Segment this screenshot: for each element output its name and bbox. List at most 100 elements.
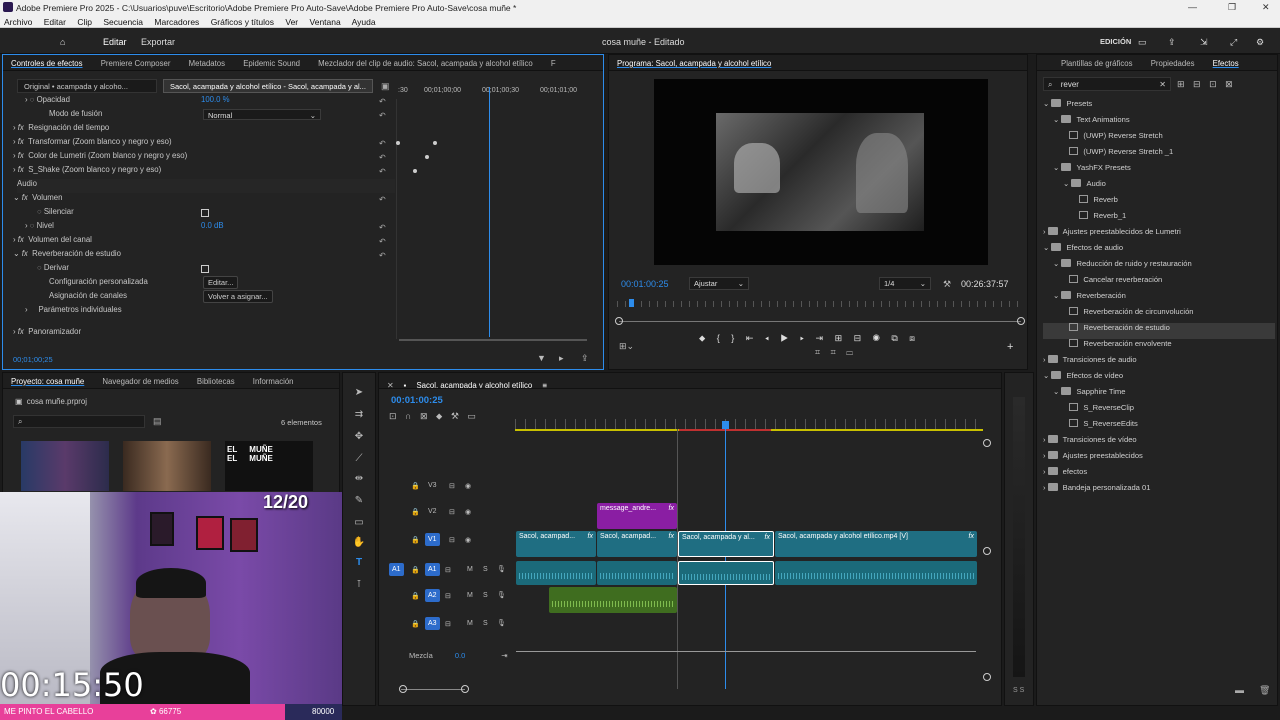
menu-graficos[interactable]: Gráficos y títulos [211, 17, 274, 27]
volume-row[interactable]: ⌄ fx Volumen [13, 193, 62, 207]
program-ruler[interactable] [617, 301, 1021, 307]
eye-icon[interactable]: ◉ [465, 508, 471, 516]
eye-icon[interactable]: ◉ [465, 482, 471, 490]
channel-volume-row[interactable]: › fx Volumen del canal [13, 235, 92, 249]
track-target-v3[interactable]: V3 [425, 479, 440, 492]
timeline-playhead-line[interactable] [725, 429, 726, 689]
effect-timeline-ruler[interactable]: :30 00;01;00;00 00;01;00;30 00;01;01;00 [396, 87, 596, 99]
source-patch-a1[interactable]: A1 [389, 563, 404, 576]
new-folder-icon[interactable]: ▤ [153, 416, 162, 427]
effects-folder[interactable]: › Bandeja personalizada 01 [1043, 483, 1275, 499]
source-clip-selector[interactable]: Original • acampada y alcoho... [17, 79, 157, 93]
mic-icon[interactable]: 🎙 [497, 619, 506, 627]
mute-m-button[interactable]: M [467, 620, 473, 627]
effects-preset[interactable]: S_ReverseEdits [1043, 419, 1275, 435]
sync-lock-icon[interactable]: ⊟ [445, 566, 451, 574]
timeline-timecode[interactable]: 00:01:00:25 [391, 395, 443, 406]
new-bin-icon[interactable]: ▬ [1235, 685, 1244, 695]
effects-preset[interactable]: S_ReverseClip [1043, 403, 1275, 419]
video-clip[interactable]: Sacol, acampad... fx [516, 531, 596, 557]
effects-folder[interactable]: › Transiciones de vídeo [1043, 435, 1275, 451]
level-value[interactable]: 0.0 dB [201, 221, 224, 235]
blend-mode-dropdown[interactable]: Normal ⌄ [203, 109, 321, 120]
zoom-start-handle[interactable] [399, 685, 407, 693]
effect-playhead[interactable] [489, 87, 490, 337]
tab-metadata[interactable]: Metadatos [181, 55, 233, 68]
settings-icon[interactable]: ⚙ [1256, 37, 1264, 48]
effects-folder[interactable]: ⌄ Reducción de ruido y restauración [1043, 259, 1275, 275]
effects-folder[interactable]: ⌄ Text Animations [1043, 115, 1275, 131]
lock-icon[interactable]: 🔒 [411, 566, 420, 574]
effects-folder[interactable]: ⌄ YashFX Presets [1043, 163, 1275, 179]
mute-m-button[interactable]: M [467, 566, 473, 573]
search-input[interactable]: rever [1061, 80, 1079, 89]
sync-lock-icon[interactable]: ⊟ [449, 536, 455, 544]
program-title[interactable]: Programa: Sacol, acampada y alcohol etíl… [609, 55, 779, 68]
fullscreen-icon[interactable]: ⤢ [1230, 37, 1237, 48]
effects-folder[interactable]: ⌄ Sapphire Time [1043, 387, 1275, 403]
clear-search-icon[interactable]: ✕ [1159, 80, 1166, 89]
tab-project[interactable]: Proyecto: cosa muñe [3, 373, 92, 386]
fit-dropdown[interactable]: Ajustar ⌄ [689, 277, 749, 290]
lock-icon[interactable]: 🔒 [411, 536, 420, 544]
effects-preset[interactable]: (UWP) Reverse Stretch [1043, 131, 1275, 147]
video-clip-selected[interactable]: Sacol, acampada y al... fx [678, 531, 774, 557]
effects-preset[interactable]: Reverberación de estudio [1043, 323, 1275, 339]
chevron-icon[interactable]: ⌄ [1053, 291, 1061, 300]
extra-controls[interactable]: ⌗ ⌗ ▭ [815, 347, 853, 358]
mix-end-icon[interactable]: ⇥ [501, 651, 507, 660]
close-tab-icon[interactable]: ✕ [379, 377, 402, 388]
effects-preset[interactable]: Reverberación de circunvolución [1043, 307, 1275, 323]
thumbnail[interactable]: EL MUÑE EL MUÑE [225, 441, 313, 491]
effects-folder[interactable]: ⌄ Reverberación [1043, 291, 1275, 307]
sync-lock-icon[interactable]: ⊟ [445, 620, 451, 628]
chevron-icon[interactable]: ⌄ [1043, 243, 1051, 252]
effects-preset[interactable]: Reverb [1043, 195, 1275, 211]
track-target-a2[interactable]: A2 [425, 589, 440, 602]
effect-timecode[interactable]: 00;01;00;25 [13, 355, 53, 364]
effects-folder[interactable]: › Transiciones de audio [1043, 355, 1275, 371]
ripple-edit-icon[interactable]: ✥ [352, 431, 366, 445]
mute-checkbox[interactable] [201, 209, 209, 217]
sync-lock-icon[interactable]: ⊟ [449, 508, 455, 516]
hand-icon[interactable]: ✋ [352, 537, 366, 551]
effects-search[interactable]: ⌕ rever ✕ [1043, 77, 1171, 91]
export-icon[interactable]: ⇪ [581, 353, 589, 364]
audio-clip[interactable] [597, 561, 677, 585]
video-clip[interactable]: Sacol, acampad... fx [597, 531, 677, 557]
wrench-icon[interactable]: ⚒ [943, 279, 951, 290]
params-row[interactable]: › Parámetros individuales [25, 305, 122, 319]
effects-folder[interactable]: ⌄ Efectos de audio [1043, 243, 1275, 259]
workspace-mode[interactable]: EDICIÓN [1100, 37, 1131, 46]
slip-icon[interactable]: ⇹ [352, 473, 366, 487]
lock-icon[interactable]: 🔒 [411, 482, 420, 490]
tab-audio-clip-mixer[interactable]: Mezclador del clip de audio: Sacol, acam… [310, 55, 541, 68]
edit-button[interactable]: Editar... [203, 276, 239, 289]
reset-icons[interactable]: ↶ ↶ ↶ ↶ ↶ ↶ ↶ ↶ ↶ [379, 95, 386, 263]
chevron-icon[interactable]: › [1043, 467, 1048, 476]
shake-row[interactable]: › fx S_Shake (Zoom blanco y negro y eso) [13, 165, 161, 179]
thumbnail[interactable] [21, 441, 109, 491]
pen-icon[interactable]: ✎ [352, 495, 366, 509]
menu-clip[interactable]: Clip [77, 17, 92, 27]
solo-s-button[interactable]: S [483, 620, 488, 627]
track-target-a1[interactable]: A1 [425, 563, 440, 576]
tab-libraries[interactable]: Bibliotecas [189, 373, 243, 386]
tab-effect-controls[interactable]: Controles de efectos [3, 55, 91, 68]
track-target-a3[interactable]: A3 [425, 617, 440, 630]
chevron-icon[interactable]: ⌄ [1063, 179, 1071, 188]
tab-media-browser[interactable]: Navegador de medios [94, 373, 186, 386]
chevron-icon[interactable]: ⌄ [1053, 387, 1061, 396]
tab-info[interactable]: Información [245, 373, 302, 386]
bypass-checkbox[interactable] [201, 265, 209, 273]
project-search-input[interactable]: ⌕ [13, 415, 145, 428]
effects-folder[interactable]: ⌄ Audio [1043, 179, 1275, 195]
effect-filter-icons[interactable]: ⊞ ⊟ ⊡ ⊠ [1177, 79, 1233, 90]
tab-premiere-composer[interactable]: Premiere Composer [93, 55, 179, 68]
horizontal-zoom-bar[interactable] [401, 689, 465, 690]
sequence-tab[interactable]: ▪ Sacol, acampada y alcohol etílico ≡ [402, 373, 555, 388]
vertical-scroll-top[interactable] [983, 439, 991, 447]
effect-zoom-bar[interactable] [399, 339, 587, 341]
keyframe-dot[interactable] [433, 141, 437, 145]
time-remap-row[interactable]: › fx Resignación del tiempo [13, 123, 109, 137]
